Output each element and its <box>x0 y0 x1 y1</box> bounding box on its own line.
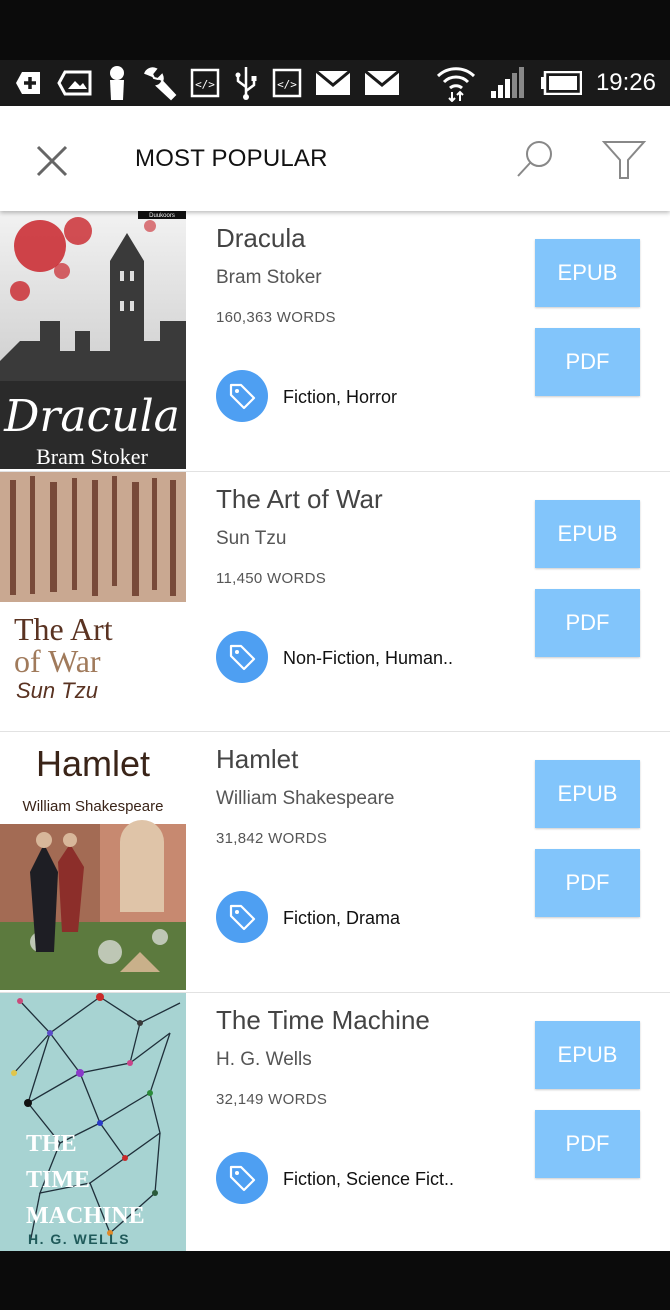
code-icon: </> <box>190 68 220 98</box>
cover-author-text: Sun Tzu <box>16 678 98 703</box>
book-tags: Non-Fiction, Human.. <box>283 647 454 668</box>
book-author: Bram Stoker <box>216 267 322 288</box>
book-word-count: 11,450 WORDS <box>216 569 327 587</box>
code-icon: </> <box>272 68 302 98</box>
usb-icon <box>233 65 259 101</box>
book-tags: Fiction, Horror <box>283 387 398 407</box>
top-black-band <box>0 0 670 60</box>
book-title: The Time Machine <box>216 1004 430 1035</box>
book-tags: Fiction, Drama <box>283 908 401 928</box>
wrench-icon <box>141 65 177 101</box>
book-list: Dracula Bram Stoker Duukoors Dracula Bra… <box>0 211 670 1251</box>
search-button[interactable] <box>512 136 558 182</box>
filter-icon <box>601 141 647 179</box>
book-row-time-machine[interactable]: THE TIME MACHINE H. G. WELLS The Time Ma… <box>0 992 670 1251</box>
pdf-button[interactable]: PDF <box>535 1109 640 1178</box>
cover-publisher-text: Duukoors <box>149 213 175 219</box>
person-icon <box>106 65 128 101</box>
add-box-icon <box>14 69 44 97</box>
book-cover-dracula: Dracula Bram Stoker Duukoors <box>0 211 186 469</box>
pdf-button[interactable]: PDF <box>535 588 640 657</box>
book-author: William Shakespeare <box>216 788 395 809</box>
close-icon <box>36 145 68 177</box>
book-cover-art-of-war: The Art of War Sun Tzu <box>0 471 186 730</box>
book-cover-hamlet: Hamlet William Shakespeare <box>0 732 186 990</box>
cover-author-text: Bram Stoker <box>36 444 148 469</box>
tag-icon <box>216 1151 268 1204</box>
cover-title-line1: THE <box>26 1131 77 1157</box>
book-row-hamlet[interactable]: Hamlet William Shakespeare Hamlet Willia… <box>0 732 670 993</box>
cover-title-line2: TIME <box>26 1167 90 1193</box>
book-author: Sun Tzu <box>216 527 287 549</box>
cover-title-text: Dracula <box>3 391 180 442</box>
mail-icon <box>364 70 400 96</box>
epub-button[interactable]: EPUB <box>535 499 640 568</box>
status-time: 19:26 <box>595 69 656 96</box>
battery-icon <box>540 71 582 95</box>
book-tags: Fiction, Science Fict.. <box>283 1168 455 1189</box>
book-author: H. G. Wells <box>216 1048 312 1070</box>
app-bar: MOST POPULAR <box>0 106 670 211</box>
cover-title-line3: MACHINE <box>26 1203 145 1229</box>
signal-icon <box>490 67 526 99</box>
cover-title-line1: The Art <box>14 611 113 647</box>
book-word-count: 160,363 WORDS <box>216 309 336 326</box>
book-word-count: 32,149 WORDS <box>216 1090 328 1108</box>
pdf-button[interactable]: PDF <box>535 328 640 396</box>
image-icon <box>57 69 93 97</box>
book-row-dracula[interactable]: Dracula Bram Stoker Duukoors Dracula Bra… <box>0 211 670 472</box>
tag-icon <box>216 370 268 422</box>
filter-button[interactable] <box>600 136 648 184</box>
tag-icon <box>216 630 268 683</box>
book-title: Hamlet <box>216 744 299 774</box>
cover-title-text: Hamlet <box>36 743 150 784</box>
book-title: Dracula <box>216 223 306 253</box>
search-icon <box>517 141 552 177</box>
tag-icon <box>216 891 268 943</box>
svg-text:</>: </> <box>277 78 297 91</box>
status-bar: </> </> 19:26 <box>0 60 670 106</box>
cover-title-line2: of War <box>14 643 101 679</box>
svg-text:</>: </> <box>195 78 215 91</box>
epub-button[interactable]: EPUB <box>535 760 640 828</box>
pdf-button[interactable]: PDF <box>535 849 640 917</box>
page-title: MOST POPULAR <box>135 145 328 172</box>
epub-button[interactable]: EPUB <box>535 239 640 307</box>
book-row-art-of-war[interactable]: The Art of War Sun Tzu The Art of War Su… <box>0 471 670 732</box>
book-title: The Art of War <box>216 483 383 514</box>
book-word-count: 31,842 WORDS <box>216 830 328 847</box>
wifi-icon <box>436 64 476 102</box>
epub-button[interactable]: EPUB <box>535 1020 640 1089</box>
mail-icon <box>315 70 351 96</box>
cover-author-text: William Shakespeare <box>23 798 164 815</box>
bottom-black-band <box>0 1251 670 1310</box>
close-button[interactable] <box>30 139 74 183</box>
cover-author-text: H. G. WELLS <box>28 1231 130 1247</box>
book-cover-time-machine: THE TIME MACHINE H. G. WELLS <box>0 992 186 1251</box>
